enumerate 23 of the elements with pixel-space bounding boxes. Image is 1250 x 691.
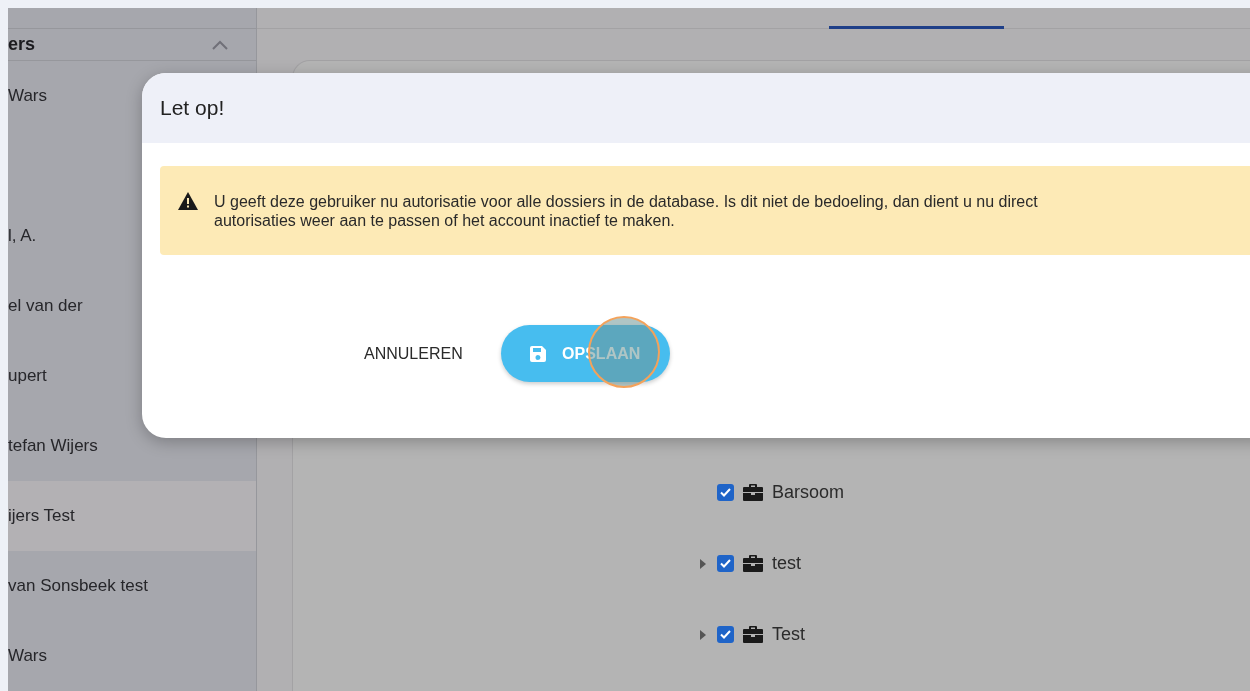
caret-icon[interactable] [698,628,708,641]
briefcase-icon [743,484,763,501]
tree-item-label[interactable]: Test [772,624,805,645]
warning-message: U geeft deze gebruiker nu autorisatie voor alle dossiers in de database. Is dit niet de bedoeling, dan dient u nu direct autorisaties weer aan te passen of het account inactief te maken. [214,192,1038,230]
tree-item-label[interactable]: Barsoom [772,482,845,503]
save-icon [530,345,547,362]
checkbox[interactable] [717,555,734,572]
checkbox[interactable] [717,484,734,501]
caret-icon[interactable] [698,557,708,570]
tree-item-label[interactable]: test [772,553,801,574]
sidebar-heading: ers [8,34,36,55]
dialog-title: Let op! [160,96,225,120]
checkbox[interactable] [717,626,734,643]
checkmark-icon [720,630,731,639]
sidebar-item[interactable]: van Sonsbeek test [8,551,256,621]
checkmark-icon [720,488,731,497]
briefcase-icon [743,626,763,643]
sidebar-item[interactable]: ijers Test [8,481,256,551]
warning-icon [178,192,198,210]
checkmark-icon [720,559,731,568]
sidebar-item[interactable]: Wars [8,621,256,691]
briefcase-icon [743,555,763,572]
cancel-button[interactable]: ANNULEREN [360,336,467,371]
